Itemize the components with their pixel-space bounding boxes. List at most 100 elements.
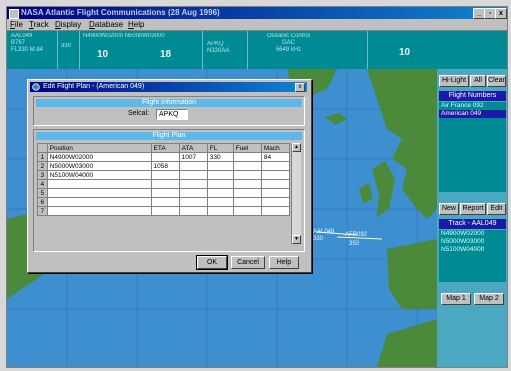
africa-landmass bbox=[377, 319, 437, 367]
aircraft-label-aal049[interactable]: AAL049 bbox=[313, 229, 334, 235]
position-cell[interactable] bbox=[46, 179, 152, 189]
flight-numbers-list[interactable]: Air France 092 American 049 bbox=[439, 102, 506, 192]
status-flight-info: AAL049 B767 FL330 M.84 bbox=[11, 33, 44, 53]
scroll-down-arrow-icon[interactable]: ▼ bbox=[292, 235, 301, 244]
ireland-landmass bbox=[359, 183, 373, 203]
position-cell[interactable] bbox=[46, 188, 152, 198]
report-button[interactable]: Report bbox=[460, 203, 486, 215]
table-row[interactable]: 4 bbox=[37, 179, 291, 189]
flight-list-item[interactable]: Air France 092 bbox=[439, 102, 506, 110]
table-row[interactable]: 3 N5100W04000 bbox=[37, 170, 291, 180]
mach-cell[interactable] bbox=[260, 197, 291, 207]
eta-cell[interactable] bbox=[150, 152, 180, 162]
app-window: NASA Atlantic Flight Communications (28 … bbox=[6, 6, 508, 368]
position-cell[interactable]: N4900W02000 bbox=[46, 152, 152, 162]
all-button[interactable]: All bbox=[470, 75, 486, 87]
new-button[interactable]: New bbox=[439, 203, 459, 215]
table-row[interactable]: 2 N5000W03000 1058 bbox=[37, 161, 291, 171]
position-cell[interactable]: N5100W04000 bbox=[46, 170, 152, 180]
ata-cell[interactable]: 1007 bbox=[178, 152, 208, 162]
fuel-cell[interactable] bbox=[232, 206, 262, 216]
waypoint-item[interactable]: N5000W03000 bbox=[439, 238, 506, 246]
selcal-label: Selcal: bbox=[128, 110, 150, 117]
column-header-mach[interactable]: Mach bbox=[260, 143, 291, 153]
fl-cell[interactable] bbox=[206, 197, 234, 207]
aircraft-label-afr092[interactable]: AFR092 bbox=[345, 232, 367, 238]
table-row[interactable]: 5 bbox=[37, 188, 291, 198]
table-row[interactable]: 7 bbox=[37, 206, 291, 216]
position-cell[interactable]: N5000W03000 bbox=[46, 161, 152, 171]
menu-display[interactable]: Display bbox=[55, 19, 81, 30]
selcal-input[interactable]: APKQ bbox=[156, 109, 188, 120]
position-cell[interactable] bbox=[46, 206, 152, 216]
column-header-fl[interactable]: FL bbox=[206, 143, 234, 153]
track-waypoint-list[interactable]: N4900W02000 N5000W03000 N5100W04000 bbox=[439, 230, 506, 282]
eta-cell[interactable] bbox=[150, 197, 180, 207]
menu-database[interactable]: Database bbox=[89, 19, 123, 30]
flight-plan-header: Flight Plan bbox=[36, 132, 302, 140]
mach-cell[interactable] bbox=[260, 170, 291, 180]
ata-cell[interactable] bbox=[178, 170, 208, 180]
status-altitude: 330 bbox=[61, 43, 72, 49]
fl-cell[interactable] bbox=[206, 188, 234, 198]
mach-cell[interactable]: 84 bbox=[260, 152, 291, 162]
fuel-cell[interactable] bbox=[232, 170, 262, 180]
status-selcal: APKQ N330AA bbox=[207, 41, 230, 54]
fuel-cell[interactable] bbox=[232, 161, 262, 171]
table-row[interactable]: 6 bbox=[37, 197, 291, 207]
ata-cell[interactable] bbox=[178, 197, 208, 207]
fl-cell[interactable] bbox=[206, 179, 234, 189]
menu-track[interactable]: Track bbox=[29, 19, 49, 30]
mach-cell[interactable] bbox=[260, 206, 291, 216]
eta-cell[interactable] bbox=[150, 179, 180, 189]
ata-cell[interactable] bbox=[178, 161, 208, 171]
table-scrollbar[interactable]: ▲ ▼ bbox=[291, 143, 301, 244]
table-row[interactable]: 1 N4900W02000 1007 330 84 bbox=[37, 152, 291, 162]
ok-button[interactable]: OK bbox=[196, 255, 228, 270]
status-route: N4900W02000 N5000W03000 bbox=[83, 33, 165, 39]
mach-cell[interactable] bbox=[260, 179, 291, 189]
column-header-fuel[interactable]: Fuel bbox=[232, 143, 262, 153]
europe-landmass bbox=[367, 69, 437, 219]
eta-cell[interactable] bbox=[150, 170, 180, 180]
column-header-position[interactable]: Position bbox=[46, 143, 152, 153]
fl-cell[interactable]: 330 bbox=[206, 152, 234, 162]
column-header-ata[interactable]: ATA bbox=[178, 143, 208, 153]
eta-cell[interactable] bbox=[150, 206, 180, 216]
fl-cell[interactable] bbox=[206, 206, 234, 216]
fl-cell[interactable] bbox=[206, 170, 234, 180]
map-2-button[interactable]: Map 2 bbox=[474, 293, 504, 305]
help-button[interactable]: Help bbox=[269, 256, 299, 269]
fl-cell[interactable] bbox=[206, 161, 234, 171]
flight-list-item-selected[interactable]: American 049 bbox=[439, 110, 506, 118]
ata-cell[interactable] bbox=[178, 179, 208, 189]
dialog-close-button[interactable]: x bbox=[295, 83, 305, 92]
mach-cell[interactable] bbox=[260, 161, 291, 171]
flight-information-section: Flight Information Selcal: APKQ bbox=[33, 96, 305, 126]
app-icon bbox=[9, 9, 19, 19]
scroll-up-arrow-icon[interactable]: ▲ bbox=[292, 143, 301, 152]
cancel-button[interactable]: Cancel bbox=[231, 256, 265, 269]
menu-file[interactable]: File bbox=[10, 19, 23, 30]
edit-button[interactable]: Edit bbox=[487, 203, 506, 215]
waypoint-item[interactable]: N5100W04000 bbox=[439, 246, 506, 254]
mach-cell[interactable] bbox=[260, 188, 291, 198]
ata-cell[interactable] bbox=[178, 206, 208, 216]
position-cell[interactable] bbox=[46, 197, 152, 207]
clear-button[interactable]: Clear bbox=[487, 75, 506, 87]
flight-numbers-header: Flight Numbers bbox=[439, 91, 506, 101]
column-header-eta[interactable]: ETA bbox=[150, 143, 180, 153]
hilight-button[interactable]: Hi-Light bbox=[439, 75, 469, 87]
fuel-cell[interactable] bbox=[232, 179, 262, 189]
map-1-button[interactable]: Map 1 bbox=[441, 293, 471, 305]
ata-cell[interactable] bbox=[178, 188, 208, 198]
eta-cell[interactable] bbox=[150, 188, 180, 198]
menu-help[interactable]: Help bbox=[128, 19, 144, 30]
menu-bar: File Track Display Database Help bbox=[7, 19, 507, 31]
close-button[interactable]: x bbox=[495, 8, 507, 19]
eta-cell[interactable]: 1058 bbox=[150, 161, 180, 171]
fuel-cell[interactable] bbox=[232, 152, 262, 162]
waypoint-item[interactable]: N4900W02000 bbox=[439, 230, 506, 238]
fuel-cell[interactable] bbox=[232, 188, 262, 198]
fuel-cell[interactable] bbox=[232, 197, 262, 207]
